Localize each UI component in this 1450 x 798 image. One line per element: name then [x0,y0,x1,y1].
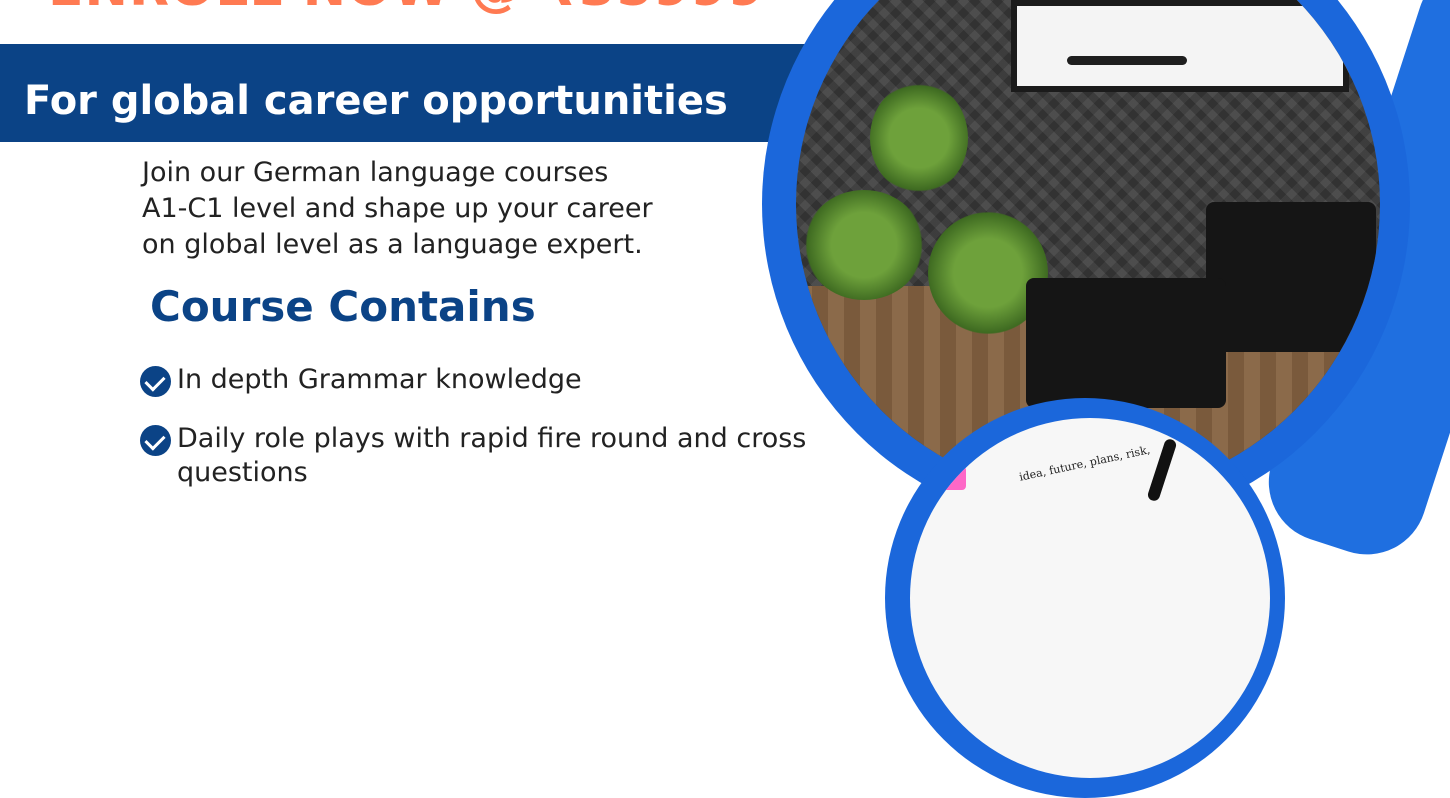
marker [1146,437,1178,503]
intro-line: on global level as a language expert. [142,229,643,260]
highlighter [928,466,966,490]
chair [1206,202,1376,352]
intro-line: Join our German language courses [142,157,609,188]
bullet-text: Daily role plays with rapid fire round a… [177,423,807,454]
promo-heading: ENROLL NOW @ ₹35999 [48,0,765,18]
bullet-text: In depth Grammar knowledge [177,364,582,395]
plant [870,82,968,194]
chair [1026,278,1226,408]
screen [1011,0,1349,92]
screen-button [1067,56,1187,65]
banner-title: For global career opportunities [24,78,728,124]
photo-note: idea, future, plans, risk, [1018,443,1152,484]
bullet-text-overflow: questions [177,457,308,488]
course-bullet: In depth Grammar knowledge [140,363,582,397]
notes-photo: idea, future, plans, risk, [910,418,1270,778]
plant [804,190,924,300]
course-contains-heading: Course Contains [150,282,536,331]
check-icon [140,425,171,456]
intro-line: A1-C1 level and shape up your career [142,193,653,224]
check-icon [140,366,171,397]
intro-text: Join our German language courses A1-C1 l… [142,155,653,263]
